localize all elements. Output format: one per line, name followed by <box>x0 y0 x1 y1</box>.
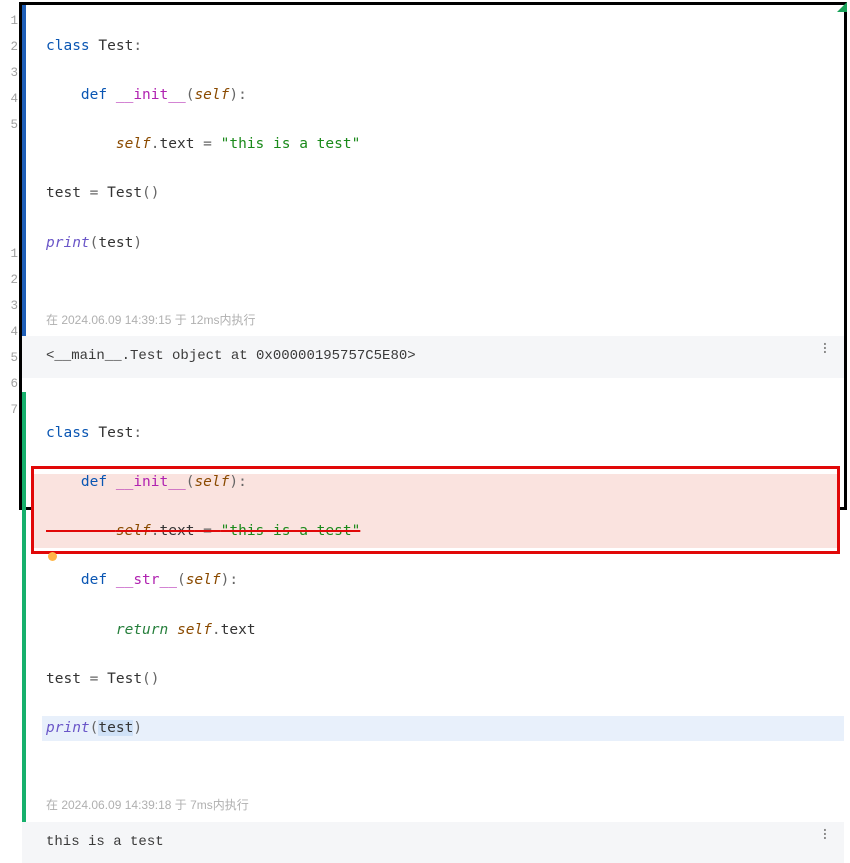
code-cell-1[interactable]: class Test: def __init__(self): self.tex… <box>22 5 844 336</box>
cell-output-1: <__main__.Test object at 0x00000195757C5… <box>22 336 844 378</box>
more-vert-icon[interactable]: ··· <box>818 829 832 845</box>
line-number: 6 <box>0 374 18 395</box>
output-text: <__main__.Test object at 0x00000195757C5… <box>46 348 416 364</box>
gutter-cell1: 1 2 3 4 5 1 2 3 4 5 6 7 <box>0 0 18 515</box>
keyword-def: def <box>81 87 107 103</box>
line-number: 1 <box>0 244 18 265</box>
line-number: 3 <box>0 63 18 84</box>
line-number: 2 <box>0 270 18 291</box>
editor-frame: class Test: def __init__(self): self.tex… <box>19 2 847 510</box>
code-editor[interactable]: class Test: def __init__(self): self.tex… <box>26 392 844 792</box>
execution-meta: 在 2024.06.09 14:39:18 于 7ms内执行 <box>26 792 844 821</box>
code-line[interactable]: test = Test() <box>42 667 844 692</box>
code-cell-2[interactable]: class Test: def __init__(self): self.tex… <box>22 392 844 822</box>
code-line[interactable]: print(test) <box>42 231 844 256</box>
line-number: 3 <box>0 296 18 317</box>
more-vert-icon[interactable]: ··· <box>818 343 832 359</box>
cell-output-2: this is a test ··· <box>22 822 844 863</box>
code-line[interactable]: return self.text <box>42 618 844 643</box>
line-number: 1 <box>0 11 18 32</box>
line-number: 7 <box>0 400 18 421</box>
keyword-class: class <box>46 38 90 54</box>
code-line-active[interactable]: print(test) <box>42 716 844 741</box>
code-line[interactable]: self.text = "this is a test" <box>42 519 844 544</box>
code-line[interactable]: test = Test() <box>42 181 844 206</box>
line-number: 4 <box>0 322 18 343</box>
line-number: 2 <box>0 37 18 58</box>
output-text: this is a test <box>46 834 164 850</box>
execution-meta: 在 2024.06.09 14:39:15 于 12ms内执行 <box>26 307 844 336</box>
code-line[interactable]: def __str__(self): <box>42 568 844 593</box>
line-number: 4 <box>0 89 18 110</box>
code-line[interactable]: class Test: <box>42 421 844 446</box>
code-line[interactable]: def __init__(self): <box>42 470 844 495</box>
code-line[interactable]: self.text = "this is a test" <box>42 132 844 157</box>
line-number: 5 <box>0 348 18 369</box>
code-editor[interactable]: class Test: def __init__(self): self.tex… <box>26 5 844 307</box>
code-line[interactable]: class Test: <box>42 34 844 59</box>
code-line[interactable]: def __init__(self): <box>42 83 844 108</box>
line-number: 5 <box>0 115 18 136</box>
cursor-selection: test <box>98 720 133 736</box>
